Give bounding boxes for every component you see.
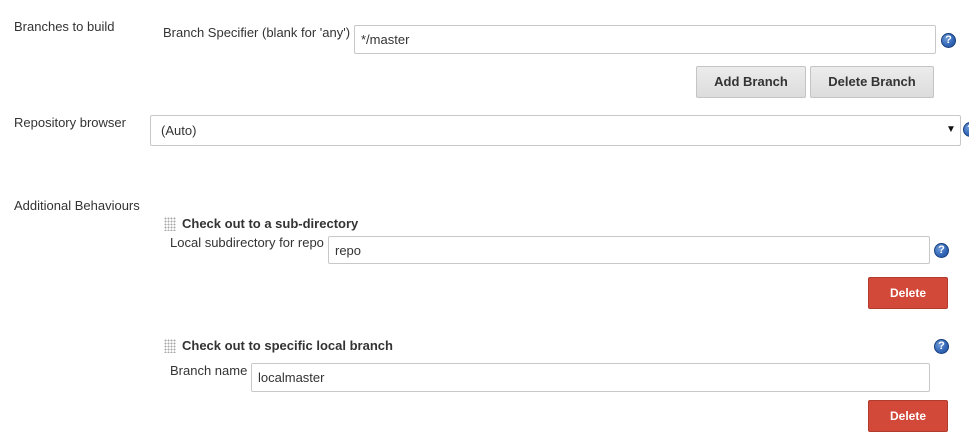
subdirectory-input[interactable] [328,236,930,264]
subdirectory-field-label: Local subdirectory for repo [170,235,324,250]
repository-browser-selected-value: (Auto) [161,123,197,138]
branches-section-label: Branches to build [14,19,115,34]
add-branch-button[interactable]: Add Branch [696,66,806,98]
subdirectory-help-icon[interactable]: ? [934,243,949,258]
branch-name-input[interactable] [251,363,930,392]
drag-handle-icon[interactable] [164,217,176,231]
repository-browser-help-icon[interactable]: ? [963,122,969,137]
local-branch-help-icon[interactable]: ? [934,339,949,354]
chevron-down-icon: ▼ [946,124,956,135]
delete-subdirectory-button[interactable]: Delete [868,277,948,309]
branch-specifier-input[interactable] [354,25,936,54]
repository-browser-label: Repository browser [14,115,126,130]
branch-name-label: Branch name [170,363,248,378]
subdirectory-behaviour-title: Check out to a sub-directory [182,216,359,231]
branch-specifier-label: Branch Specifier (blank for 'any') [163,25,351,40]
delete-branch-button[interactable]: Delete Branch [810,66,934,98]
delete-local-branch-button[interactable]: Delete [868,400,948,432]
drag-handle-icon[interactable] [164,339,176,353]
local-branch-behaviour-title: Check out to specific local branch [182,338,393,353]
branch-specifier-help-icon[interactable]: ? [941,33,956,48]
repository-browser-select[interactable]: (Auto) [150,115,961,146]
additional-behaviours-label: Additional Behaviours [14,198,140,213]
